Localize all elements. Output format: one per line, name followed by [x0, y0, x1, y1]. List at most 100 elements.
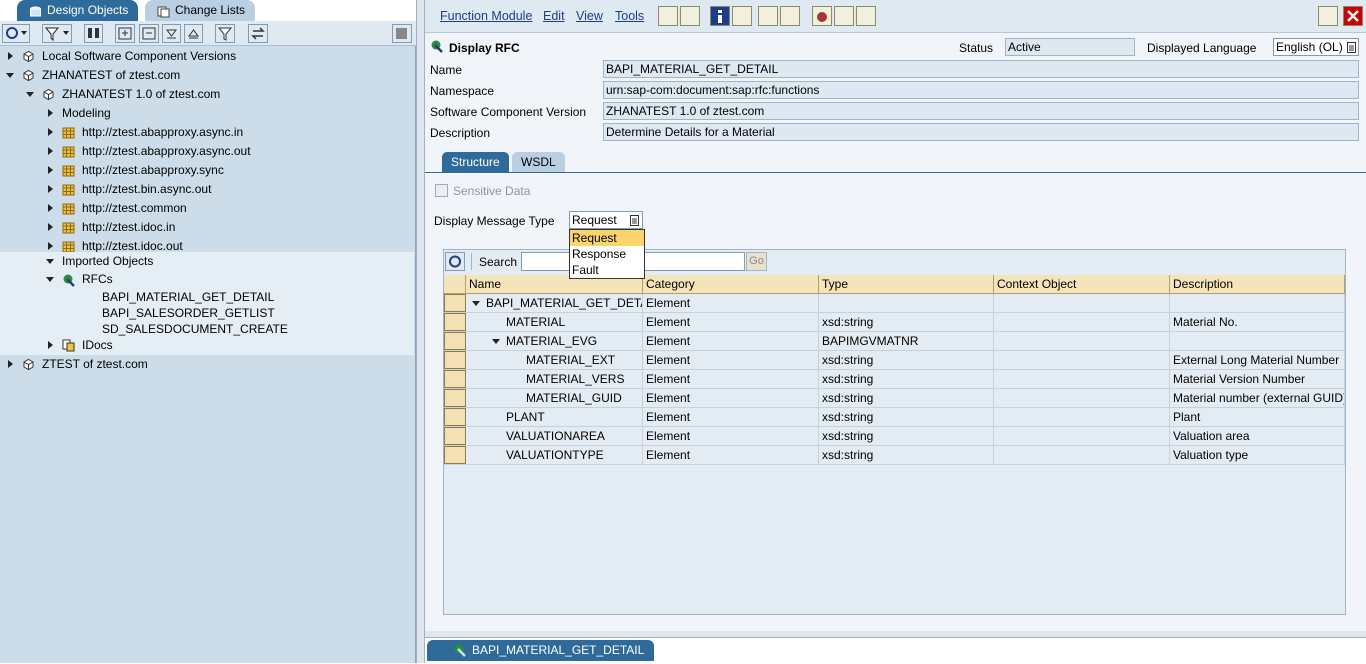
table-row[interactable]: MATERIAL Element xsd:string Material No.: [444, 313, 1345, 332]
table-row[interactable]: MATERIAL_GUID Element xsd:string Material n…: [444, 389, 1345, 408]
language-select[interactable]: English (OL): [1273, 38, 1359, 56]
rfc-title-icon: [430, 39, 444, 56]
collapsed-arrow-icon[interactable]: [48, 147, 53, 155]
column-header-context[interactable]: Context Object: [994, 275, 1170, 294]
row-selector[interactable]: [444, 351, 466, 369]
tree-node[interactable]: ZTEST of ztest.com: [0, 355, 414, 374]
menu-function-module[interactable]: Function Module: [440, 9, 532, 23]
pin-icon[interactable]: [1318, 6, 1338, 26]
table-row[interactable]: VALUATIONTYPE Element xsd:string Valuation …: [444, 446, 1345, 465]
tree-node[interactable]: http://ztest.abapproxy.sync: [0, 161, 414, 180]
expand-all-button[interactable]: [162, 24, 181, 43]
collapse-all-button[interactable]: [184, 24, 203, 43]
option-request[interactable]: Request: [570, 230, 644, 246]
row-selector[interactable]: [444, 389, 466, 407]
tree-node[interactable]: http://ztest.common: [0, 199, 414, 218]
expanded-arrow-icon[interactable]: [492, 339, 500, 344]
tree-node[interactable]: http://ztest.bin.async.out: [0, 180, 414, 199]
option-response[interactable]: Response: [570, 246, 644, 262]
sync-button[interactable]: [248, 24, 268, 43]
row-selector[interactable]: [444, 427, 466, 445]
tree-node-label: IDocs: [82, 338, 113, 352]
expanded-arrow-icon[interactable]: [46, 259, 54, 264]
collapsed-arrow-icon[interactable]: [8, 52, 13, 60]
sensitive-data-checkbox[interactable]: [435, 184, 448, 197]
expanded-arrow-icon[interactable]: [6, 73, 14, 78]
where-used-icon[interactable]: [732, 6, 752, 26]
tab-structure[interactable]: Structure: [442, 152, 509, 172]
editor-tab[interactable]: BAPI_MATERIAL_GET_DETAIL: [427, 640, 655, 661]
close-icon[interactable]: [1343, 6, 1363, 26]
table-row[interactable]: PLANT Element xsd:string Plant: [444, 408, 1345, 427]
go-button[interactable]: Go: [746, 252, 767, 271]
menu-view[interactable]: View: [576, 9, 603, 23]
collapse-hierarchy-button[interactable]: [139, 24, 159, 43]
tree-node[interactable]: ZHANATEST 1.0 of ztest.com: [0, 85, 414, 104]
collapsed-arrow-icon[interactable]: [48, 204, 53, 212]
row-selector[interactable]: [444, 408, 466, 426]
tree-node[interactable]: RFCs: [0, 270, 414, 289]
column-header-category[interactable]: Category: [643, 275, 819, 294]
table-row[interactable]: MATERIAL_EXT Element xsd:string External Lo…: [444, 351, 1345, 370]
cell-name: MATERIAL_GUID: [466, 389, 643, 408]
tab-design-objects[interactable]: Design Objects: [17, 0, 139, 21]
tree-node[interactable]: http://ztest.abapproxy.async.in: [0, 123, 414, 142]
expanded-arrow-icon[interactable]: [46, 277, 54, 282]
tree-node[interactable]: http://ztest.idoc.in: [0, 218, 414, 237]
collapsed-arrow-icon[interactable]: [48, 166, 53, 174]
tree-node[interactable]: Local Software Component Versions: [0, 47, 414, 66]
binoculars-button[interactable]: [84, 24, 103, 43]
row-selector[interactable]: [444, 446, 466, 464]
collapsed-arrow-icon[interactable]: [48, 242, 53, 250]
spy-icon[interactable]: [812, 6, 832, 26]
table-row[interactable]: BAPI_MATERIAL_GET_DETAIL Element: [444, 294, 1345, 313]
menu-edit[interactable]: Edit: [543, 9, 565, 23]
menu-tools[interactable]: Tools: [615, 9, 644, 23]
collapsed-arrow-icon[interactable]: [8, 360, 13, 368]
row-selector[interactable]: [444, 370, 466, 388]
column-header-description[interactable]: Description: [1170, 275, 1345, 294]
collapsed-arrow-icon[interactable]: [48, 223, 53, 231]
row-selector[interactable]: [444, 294, 466, 312]
navigate-icon[interactable]: [758, 6, 778, 26]
select-all-header[interactable]: [444, 275, 466, 294]
bottom-splitter[interactable]: [425, 631, 1366, 638]
cell-name-text: BAPI_MATERIAL_GET_DETAIL: [486, 296, 643, 310]
table-row[interactable]: MATERIAL_EVG Element BAPIMGVMATNR: [444, 332, 1345, 351]
tree-node[interactable]: http://ztest.abapproxy.async.out: [0, 142, 414, 161]
option-fault[interactable]: Fault: [570, 262, 644, 278]
collapsed-arrow-icon[interactable]: [48, 185, 53, 193]
hierarchy-icon[interactable]: [780, 6, 800, 26]
eraser-icon[interactable]: [680, 6, 700, 26]
info-icon[interactable]: [710, 6, 730, 26]
expanded-arrow-icon[interactable]: [26, 92, 34, 97]
collapsed-arrow-icon[interactable]: [48, 109, 53, 117]
expanded-arrow-icon[interactable]: [472, 301, 480, 306]
table-refresh-button[interactable]: [445, 252, 465, 271]
maximize-panel-button[interactable]: [392, 24, 412, 43]
column-header-type[interactable]: Type: [819, 275, 994, 294]
filter-button[interactable]: [42, 24, 72, 43]
tab-underline: [425, 172, 1366, 173]
row-selector[interactable]: [444, 332, 466, 350]
row-selector[interactable]: [444, 313, 466, 331]
expand-hierarchy-button[interactable]: [115, 24, 135, 43]
tree-node[interactable]: Modeling: [0, 104, 414, 123]
tree-node[interactable]: Imported Objects: [0, 252, 414, 271]
splitter[interactable]: [416, 0, 425, 663]
collapsed-arrow-icon[interactable]: [48, 341, 53, 349]
refresh-button[interactable]: [2, 24, 30, 43]
funnel-button[interactable]: [215, 24, 235, 43]
left-tabs: Design Objects Change Lists: [0, 0, 416, 21]
table-icon[interactable]: [834, 6, 854, 26]
tree-node[interactable]: ZHANATEST of ztest.com: [0, 66, 414, 85]
tab-wsdl[interactable]: WSDL: [512, 152, 565, 172]
history-icon[interactable]: [856, 6, 876, 26]
edit-icon[interactable]: [658, 6, 678, 26]
tree-node[interactable]: IDocs: [0, 336, 414, 355]
collapsed-arrow-icon[interactable]: [48, 128, 53, 136]
message-type-select[interactable]: Request: [569, 211, 643, 229]
tab-change-lists[interactable]: Change Lists: [145, 0, 256, 21]
table-row[interactable]: VALUATIONAREA Element xsd:string Valuation …: [444, 427, 1345, 446]
table-row[interactable]: MATERIAL_VERS Element xsd:string Material V…: [444, 370, 1345, 389]
